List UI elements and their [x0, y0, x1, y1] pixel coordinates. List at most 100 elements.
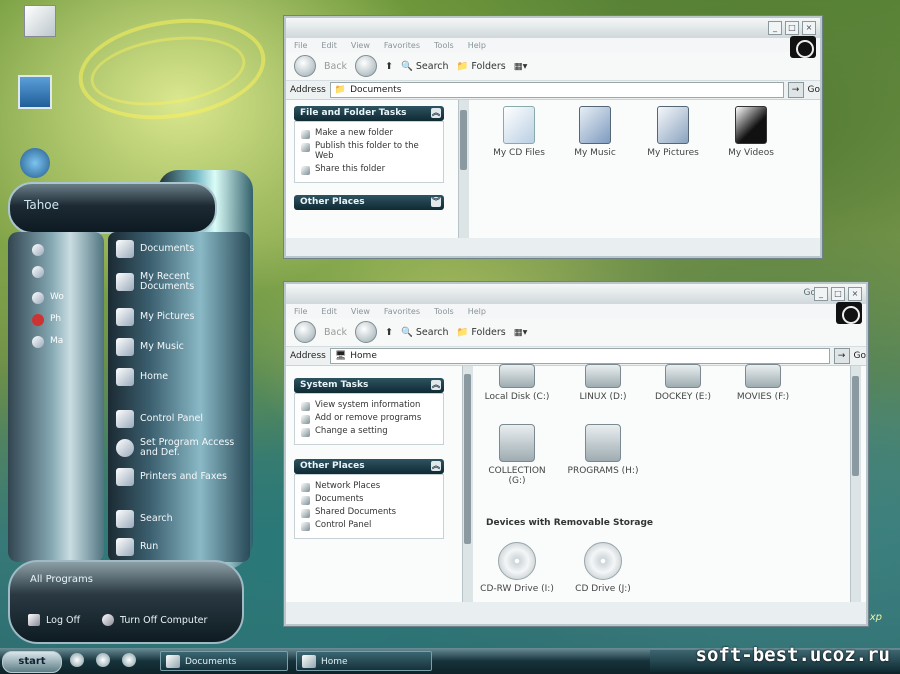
back-button[interactable]: [294, 321, 316, 343]
menu-tools[interactable]: Tools: [434, 307, 454, 316]
quicklaunch-browser-icon[interactable]: [70, 653, 84, 667]
file-item[interactable]: My CD Files: [482, 106, 556, 158]
go-button[interactable]: Go: [808, 85, 820, 95]
menu-item-control-panel[interactable]: Control Panel: [116, 410, 203, 428]
task-publish-web[interactable]: Publish this folder to the Web: [301, 141, 437, 162]
task-pane-scrollbar[interactable]: [458, 100, 469, 238]
forward-button[interactable]: [355, 321, 378, 343]
pinned-item[interactable]: Ph: [32, 314, 61, 326]
pinned-item[interactable]: Ma: [32, 336, 63, 348]
menu-file[interactable]: File: [294, 307, 307, 316]
views-button[interactable]: ▦▾: [514, 327, 528, 338]
drive-item[interactable]: PROGRAMS (H:): [566, 424, 640, 476]
task-pane-scrollbar[interactable]: [462, 366, 473, 602]
menu-item-music[interactable]: My Music: [116, 338, 184, 356]
menu-item-search[interactable]: Search: [116, 510, 173, 528]
menu-item-pictures[interactable]: My Pictures: [116, 308, 194, 326]
drive-item[interactable]: LINUX (D:): [566, 364, 640, 402]
menu-help[interactable]: Help: [468, 307, 486, 316]
place-documents[interactable]: Documents: [301, 494, 437, 505]
quicklaunch-media-icon[interactable]: [96, 653, 110, 667]
menu-item-program-access[interactable]: Set Program Access and Def.: [116, 437, 236, 459]
cd-drive-item[interactable]: CD Drive (J:): [566, 542, 640, 594]
file-item[interactable]: My Videos: [714, 106, 788, 158]
turn-off-button[interactable]: Turn Off Computer: [102, 614, 207, 626]
menu-item-run[interactable]: Run: [116, 538, 158, 556]
place-control-panel[interactable]: Control Panel: [301, 520, 437, 531]
scrollbar-thumb[interactable]: [464, 374, 471, 544]
scrollbar-thumb[interactable]: [460, 110, 467, 170]
menu-item-recent-documents[interactable]: My Recent Documents: [116, 271, 236, 293]
chevron-up-icon[interactable]: ︽: [431, 380, 441, 390]
other-places-heading[interactable]: Other Places ︾: [294, 194, 444, 210]
folders-button[interactable]: 📁 Folders: [457, 61, 506, 72]
go-arrow-icon[interactable]: →: [787, 82, 804, 98]
task-change-setting[interactable]: Change a setting: [301, 426, 437, 437]
maximize-button[interactable]: □: [785, 21, 799, 35]
quicklaunch-desktop-icon[interactable]: [122, 653, 136, 667]
close-button[interactable]: ×: [802, 21, 816, 35]
search-button[interactable]: 🔍 Search: [401, 61, 448, 72]
drive-item[interactable]: Local Disk (C:): [480, 364, 554, 402]
other-places-heading[interactable]: Other Places ︽: [294, 459, 444, 474]
address-input[interactable]: 🖥 Home: [329, 348, 830, 364]
task-pane-heading[interactable]: File and Folder Tasks ︽: [294, 106, 444, 121]
task-new-folder[interactable]: Make a new folder: [301, 128, 437, 139]
file-item[interactable]: My Music: [558, 106, 632, 158]
drive-item[interactable]: DOCKEY (E:): [646, 364, 720, 402]
search-button[interactable]: 🔍 Search: [401, 327, 448, 338]
monitor-icon[interactable]: [18, 75, 52, 109]
task-add-remove-programs[interactable]: Add or remove programs: [301, 413, 437, 424]
menu-item-printers[interactable]: Printers and Faxes: [116, 468, 236, 486]
menu-item-documents[interactable]: Documents: [116, 240, 194, 258]
file-item[interactable]: My Pictures: [636, 106, 710, 158]
forward-button[interactable]: [355, 55, 378, 77]
folders-button[interactable]: 📁 Folders: [457, 327, 506, 338]
pinned-item[interactable]: [32, 266, 44, 278]
taskbar-item-documents[interactable]: Documents: [160, 651, 288, 671]
menu-favorites[interactable]: Favorites: [384, 307, 420, 316]
place-network[interactable]: Network Places: [301, 481, 437, 492]
system-tasks-heading[interactable]: System Tasks ︽: [294, 378, 444, 393]
drive-item[interactable]: COLLECTION (G:): [480, 424, 554, 486]
all-programs-button[interactable]: All Programs: [30, 574, 93, 585]
log-off-button[interactable]: Log Off: [28, 614, 80, 626]
menu-file[interactable]: File: [294, 41, 307, 50]
task-share-folder[interactable]: Share this folder: [301, 164, 437, 175]
maximize-button[interactable]: □: [831, 287, 845, 301]
back-button[interactable]: [294, 55, 316, 77]
chevron-up-icon[interactable]: ︽: [431, 108, 441, 118]
scrollbar-thumb[interactable]: [852, 376, 859, 476]
task-view-system-info[interactable]: View system information: [301, 400, 437, 411]
chevron-down-icon[interactable]: ︾: [431, 196, 441, 207]
taskbar-item-home[interactable]: Home: [296, 651, 432, 671]
menu-view[interactable]: View: [351, 307, 370, 316]
go-arrow-icon[interactable]: →: [833, 348, 850, 364]
menu-edit[interactable]: Edit: [321, 307, 337, 316]
minimize-button[interactable]: _: [814, 287, 828, 301]
menu-favorites[interactable]: Favorites: [384, 41, 420, 50]
menu-view[interactable]: View: [351, 41, 370, 50]
menu-tools[interactable]: Tools: [434, 41, 454, 50]
menu-item-home[interactable]: Home: [116, 368, 168, 386]
up-folder-icon[interactable]: ⬆: [385, 327, 393, 338]
chevron-up-icon[interactable]: ︽: [431, 461, 441, 471]
place-shared-documents[interactable]: Shared Documents: [301, 507, 437, 518]
pinned-item[interactable]: Wo: [32, 292, 64, 304]
address-input[interactable]: 📁 Documents: [329, 82, 784, 98]
start-button[interactable]: start: [2, 651, 62, 673]
minimize-button[interactable]: _: [768, 21, 782, 35]
go-button[interactable]: Go: [854, 351, 866, 361]
title-bar[interactable]: Go _ □ ×: [286, 284, 866, 304]
close-button[interactable]: ×: [848, 287, 862, 301]
menu-edit[interactable]: Edit: [321, 41, 337, 50]
title-bar[interactable]: _ □ ×: [286, 18, 820, 38]
drive-item[interactable]: MOVIES (F:): [726, 364, 800, 402]
cd-drive-item[interactable]: CD-RW Drive (I:): [480, 542, 554, 594]
menu-help[interactable]: Help: [468, 41, 486, 50]
up-folder-icon[interactable]: ⬆: [385, 61, 393, 72]
content-scrollbar[interactable]: [850, 366, 861, 602]
views-button[interactable]: ▦▾: [514, 61, 528, 72]
document-icon[interactable]: [24, 5, 56, 37]
pinned-item[interactable]: [32, 244, 44, 256]
